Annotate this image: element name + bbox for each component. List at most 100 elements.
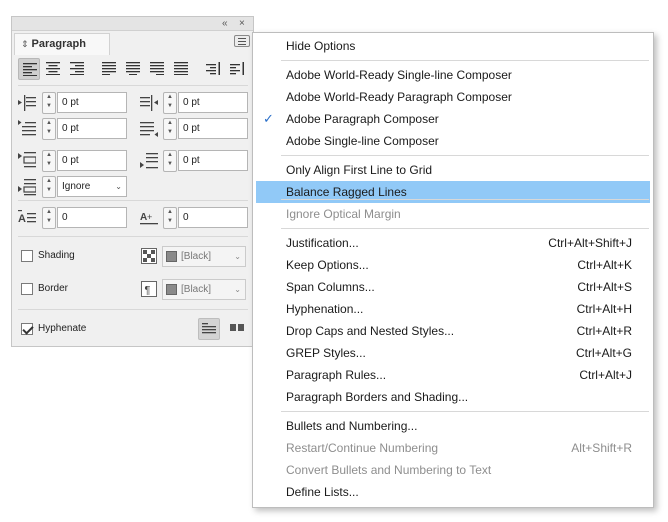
align-towards-spine-button[interactable]: [202, 58, 224, 80]
menu-item[interactable]: Drop Caps and Nested Styles... Ctrl+Alt+R: [256, 320, 650, 342]
menu-item-label: Paragraph Borders and Shading...: [286, 390, 469, 404]
menu-item-label: Drop Caps and Nested Styles...: [286, 324, 455, 338]
align-away-from-spine-button[interactable]: [226, 58, 248, 80]
space-before-input[interactable]: 0 pt: [57, 150, 127, 171]
justify-left-button[interactable]: [98, 58, 120, 80]
panel-menu-button[interactable]: [234, 35, 250, 47]
menu-item[interactable]: GREP Styles... Ctrl+Alt+G: [256, 342, 650, 364]
space-after-spinner[interactable]: ▲ ▼: [163, 150, 177, 172]
checkmark-icon: ✓: [263, 111, 274, 126]
menu-separator: [281, 155, 649, 156]
menu-item[interactable]: Hyphenation... Ctrl+Alt+H: [256, 298, 650, 320]
menu-item[interactable]: ✓ Adobe Paragraph Composer: [256, 108, 650, 130]
menu-separator: [281, 60, 649, 61]
align-to-grid-icon: [18, 179, 36, 196]
left-indent-spinner[interactable]: ▲ ▼: [42, 92, 56, 114]
menu-item[interactable]: Only Align First Line to Grid: [256, 159, 650, 181]
menu-item: Restart/Continue Numbering Alt+Shift+R: [256, 437, 650, 459]
menu-item[interactable]: Span Columns... Ctrl+Alt+S: [256, 276, 650, 298]
space-before-spinner[interactable]: ▲ ▼: [42, 150, 56, 172]
panel-titlebar[interactable]: « ×: [12, 17, 253, 31]
align-to-grid-value: Ignore: [62, 181, 91, 192]
menu-item-label: Ignore Optical Margin: [286, 207, 401, 221]
border-color-value: [Black]: [181, 284, 212, 295]
svg-text:¶: ¶: [145, 285, 151, 297]
justify-all-icon: [174, 62, 188, 75]
menu-item-label: Balance Ragged Lines: [286, 185, 407, 199]
menu-item-label: Hyphenation...: [286, 302, 364, 316]
space-after-input[interactable]: 0 pt: [178, 150, 248, 171]
left-indent-icon: [18, 95, 36, 111]
menu-item[interactable]: Adobe Single-line Composer: [256, 130, 650, 152]
collapse-panel-icon[interactable]: «: [222, 18, 228, 30]
panel-title: Paragraph: [31, 38, 86, 50]
align-to-grid-select[interactable]: Ignore ⌄: [57, 176, 127, 197]
hamburger-line: [238, 44, 246, 45]
svg-text:+: +: [147, 212, 152, 222]
menu-item[interactable]: Adobe World-Ready Paragraph Composer: [256, 86, 650, 108]
last-line-indent-input[interactable]: 0 pt: [178, 118, 248, 139]
align-left-button[interactable]: [18, 58, 40, 80]
shading-swatch-icon[interactable]: [141, 248, 157, 264]
paragraph-panel-flyout-menu: Hide Options Adobe World-Ready Single-lin…: [252, 32, 654, 508]
menu-item[interactable]: Justification... Ctrl+Alt+Shift+J: [256, 232, 650, 254]
menu-item-label: Restart/Continue Numbering: [286, 441, 439, 455]
border-swatch-icon[interactable]: ¶: [141, 281, 157, 297]
last-line-indent-icon: [140, 122, 158, 137]
hamburger-line: [238, 41, 246, 42]
menu-item-shortcut: Alt+Shift+R: [571, 441, 632, 455]
justify-center-icon: [126, 62, 140, 75]
divider: [18, 309, 248, 310]
menu-item-shortcut: Ctrl+Alt+H: [576, 302, 632, 316]
first-line-indent-input[interactable]: 0 pt: [57, 118, 127, 139]
drop-cap-characters-icon: A +: [140, 212, 158, 225]
right-indent-spinner[interactable]: ▲ ▼: [163, 92, 177, 114]
justify-right-icon: [150, 62, 164, 75]
menu-item-label: Span Columns...: [286, 280, 375, 294]
menu-item[interactable]: Keep Options... Ctrl+Alt+K: [256, 254, 650, 276]
drop-cap-lines-spinner[interactable]: ▲ ▼: [42, 207, 56, 229]
menu-item-label: Bullets and Numbering...: [286, 419, 418, 433]
align-center-button[interactable]: [42, 58, 64, 80]
svg-text:A: A: [18, 213, 26, 225]
right-indent-input[interactable]: 0 pt: [178, 92, 248, 113]
justify-right-button[interactable]: [146, 58, 168, 80]
drop-cap-lines-input[interactable]: 0: [57, 207, 127, 228]
align-to-baseline-grid-button[interactable]: [226, 318, 248, 340]
menu-item[interactable]: Paragraph Rules... Ctrl+Alt+J: [256, 364, 650, 386]
menu-item-label: GREP Styles...: [286, 346, 366, 360]
paragraph-panel: « × ⇕ Paragraph ▲ ▼ 0 pt ▲ ▼ 0 pt ▲ ▼ 0 …: [11, 16, 254, 347]
menu-item[interactable]: Adobe World-Ready Single-line Composer: [256, 64, 650, 86]
justify-center-button[interactable]: [122, 58, 144, 80]
tab-paragraph[interactable]: ⇕ Paragraph: [14, 33, 110, 55]
menu-item[interactable]: Paragraph Borders and Shading...: [256, 386, 650, 408]
align-to-grid-spinner[interactable]: ▲ ▼: [42, 176, 56, 198]
close-panel-icon[interactable]: ×: [239, 18, 245, 30]
menu-item[interactable]: Hide Options: [256, 35, 650, 57]
shading-color-select[interactable]: [Black] ⌄: [162, 246, 246, 267]
border-checkbox[interactable]: [21, 283, 33, 295]
menu-separator: [281, 228, 649, 229]
border-color-select[interactable]: [Black] ⌄: [162, 279, 246, 300]
left-indent-input[interactable]: 0 pt: [57, 92, 127, 113]
shading-color-value: [Black]: [181, 251, 212, 262]
first-line-indent-spinner[interactable]: ▲ ▼: [42, 118, 56, 140]
menu-item[interactable]: Bullets and Numbering...: [256, 415, 650, 437]
menu-item-label: Adobe World-Ready Paragraph Composer: [286, 90, 512, 104]
drop-cap-characters-input[interactable]: 0: [178, 207, 248, 228]
align-right-button[interactable]: [66, 58, 88, 80]
color-chip: [166, 251, 177, 262]
drop-cap-characters-spinner[interactable]: ▲ ▼: [163, 207, 177, 229]
menu-item-shortcut: Ctrl+Alt+G: [575, 346, 632, 360]
last-line-indent-spinner[interactable]: ▲ ▼: [163, 118, 177, 140]
menu-item: Convert Bullets and Numbering to Text: [256, 459, 650, 481]
menu-item-shortcut: Ctrl+Alt+K: [577, 258, 632, 272]
shading-checkbox[interactable]: [21, 250, 33, 262]
menu-separator: [281, 411, 649, 412]
baseline-grid-icon: [230, 324, 244, 331]
do-not-align-to-baseline-button[interactable]: [198, 318, 220, 340]
justify-all-button[interactable]: [170, 58, 192, 80]
menu-item[interactable]: Define Lists...: [256, 481, 650, 503]
menu-item-label: Adobe Single-line Composer: [286, 134, 439, 148]
hyphenate-checkbox[interactable]: [21, 323, 33, 335]
